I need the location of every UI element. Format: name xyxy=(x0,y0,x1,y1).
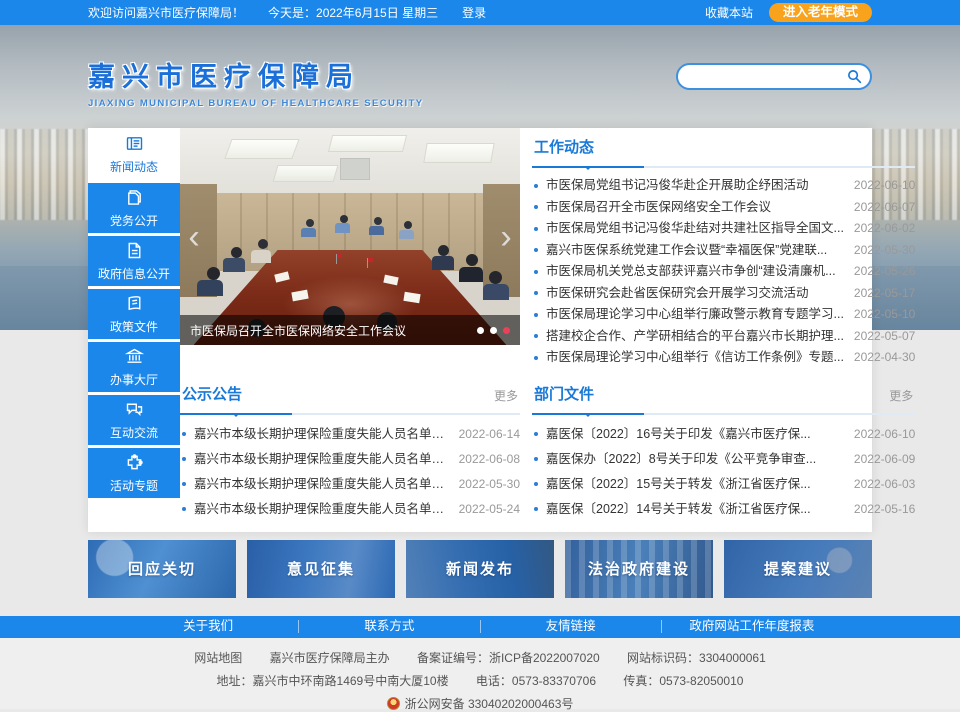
section-announcements: 公示公告 更多 嘉兴市本级长期护理保险重度失能人员名单公示（2...2022-0… xyxy=(180,375,520,522)
announcements-list: 嘉兴市本级长期护理保险重度失能人员名单公示（2...2022-06-14 嘉兴市… xyxy=(180,422,520,522)
news-carousel[interactable]: ‹ › 市医保局召开全市医保网络安全工作会议 xyxy=(180,128,520,345)
news-row: 市医保局党组书记冯俊华赴结对共建社区指导全国文...2022-06-02 xyxy=(532,218,915,240)
sidebar-item-interaction[interactable]: 互动交流 xyxy=(88,395,180,445)
sidebar-item-gov-info[interactable]: 政府信息公开 xyxy=(88,236,180,286)
news-row: 嘉医保办〔2022〕8号关于印发《公平竞争审查...2022-06-09 xyxy=(532,447,915,472)
carousel-dots xyxy=(477,327,510,334)
news-row: 市医保局机关党总支部获评嘉兴市争创“建设清廉机...2022-05-26 xyxy=(532,261,915,283)
news-row: 嘉兴市本级长期护理保险重度失能人员名单公示（2...2022-05-30 xyxy=(180,472,520,497)
site-title-block: 嘉兴市医疗保障局 JIAXING MUNICIPAL BUREAU OF HEA… xyxy=(88,55,424,109)
search-box[interactable] xyxy=(676,63,872,90)
carousel-caption-bar: 市医保局召开全市医保网络安全工作会议 xyxy=(180,315,520,345)
chat-icon xyxy=(124,399,145,420)
book-icon xyxy=(124,293,145,314)
banner-rule-of-law-gov[interactable]: 法治政府建设 xyxy=(565,540,713,598)
news-row: 嘉医保〔2022〕16号关于印发《嘉兴市医疗保...2022-06-10 xyxy=(532,422,915,447)
sidebar-item-service-hall[interactable]: 办事大厅 xyxy=(88,342,180,392)
documents-list: 嘉医保〔2022〕16号关于印发《嘉兴市医疗保...2022-06-10 嘉医保… xyxy=(532,422,915,522)
favorite-link[interactable]: 收藏本站 xyxy=(705,4,753,21)
footer-link-contact[interactable]: 联系方式 xyxy=(299,620,480,633)
tel-text: 电话：0573-83370706 xyxy=(476,674,596,688)
section-title-documents: 部门文件 xyxy=(532,375,915,415)
announcements-more-link[interactable]: 更多 xyxy=(494,387,518,404)
news-row: 嘉兴市本级长期护理保险重度失能人员名单公示（2...2022-06-08 xyxy=(180,447,520,472)
carousel-prev-arrow[interactable]: ‹ xyxy=(182,215,206,259)
footer-nav-bar: 关于我们 联系方式 友情链接 政府网站工作年度报表 xyxy=(0,616,960,638)
section-documents: 部门文件 更多 嘉医保〔2022〕16号关于印发《嘉兴市医疗保...2022-0… xyxy=(532,375,915,522)
sidebar-item-party-affairs[interactable]: 党务公开 xyxy=(88,183,180,233)
section-title-announcements: 公示公告 xyxy=(180,375,520,415)
section-work-news: 工作动态 市医保局党组书记冯俊华赴企开展助企纾困活动2022-06-10 市医保… xyxy=(532,128,915,369)
footer-info: 网站地图 嘉兴市医疗保障局主办 备案证编号：浙ICP备2022007020 网站… xyxy=(0,638,960,709)
login-link[interactable]: 登录 xyxy=(462,4,486,21)
top-utility-bar: 欢迎访问嘉兴市医疗保障局！ 今天是：2022年6月15日 星期三 登录 收藏本站… xyxy=(0,0,960,25)
news-row: 市医保局理论学习中心组举行《信访工作条例》专题...2022-04-30 xyxy=(532,347,915,369)
news-row: 嘉兴市本级长期护理保险重度失能人员名单公示（2...2022-06-14 xyxy=(180,422,520,447)
public-security-badge-icon xyxy=(387,697,400,710)
quick-link-banners: 回应关切 意见征集 新闻发布 法治政府建设 提案建议 xyxy=(88,540,872,616)
sidebar-item-special-topics[interactable]: 活动专题 xyxy=(88,448,180,498)
carousel-dot-active[interactable] xyxy=(503,327,510,334)
news-row: 嘉兴市本级长期护理保险重度失能人员名单公示（2...2022-05-24 xyxy=(180,497,520,522)
news-row: 市医保研究会赴省医保研究会开展学习交流活动2022-05-17 xyxy=(532,283,915,305)
news-row: 嘉兴市医保系统党建工作会议暨“幸福医保”党建联...2022-05-30 xyxy=(532,240,915,262)
welcome-text: 欢迎访问嘉兴市医疗保障局！ xyxy=(88,4,244,21)
footer-link-about[interactable]: 关于我们 xyxy=(118,620,299,633)
news-row: 嘉医保〔2022〕14号关于转发《浙江省医疗保...2022-05-16 xyxy=(532,497,915,522)
news-row: 嘉医保〔2022〕15号关于转发《浙江省医疗保...2022-06-03 xyxy=(532,472,915,497)
host-text: 嘉兴市医疗保障局主办 xyxy=(270,651,390,665)
banner-respond-concerns[interactable]: 回应关切 xyxy=(88,540,236,598)
icp-number: 备案证编号：浙ICP备2022007020 xyxy=(417,651,600,665)
bank-icon xyxy=(124,346,145,367)
documents-more-link[interactable]: 更多 xyxy=(889,387,913,404)
news-row: 市医保局召开全市医保网络安全工作会议2022-06-07 xyxy=(532,197,915,219)
carousel-dot[interactable] xyxy=(490,327,497,334)
fax-text: 传真：0573-82050010 xyxy=(623,674,743,688)
carousel-caption[interactable]: 市医保局召开全市医保网络安全工作会议 xyxy=(190,322,469,339)
section-title-work-news: 工作动态 xyxy=(532,128,915,168)
banner-news-release[interactable]: 新闻发布 xyxy=(406,540,554,598)
footer-link-annual-report[interactable]: 政府网站工作年度报表 xyxy=(662,620,842,633)
banner-opinion-collection[interactable]: 意见征集 xyxy=(247,540,395,598)
address-text: 地址：嘉兴市中环南路1469号中南大厦10楼 xyxy=(217,674,449,688)
work-news-list: 市医保局党组书记冯俊华赴企开展助企纾困活动2022-06-10 市医保局召开全市… xyxy=(532,175,915,369)
banner-proposal-suggestions[interactable]: 提案建议 xyxy=(724,540,872,598)
news-row: 市医保局理论学习中心组举行廉政警示教育专题学习...2022-05-10 xyxy=(532,304,915,326)
carousel-dot[interactable] xyxy=(477,327,484,334)
sitemap-link[interactable]: 网站地图 xyxy=(194,651,242,665)
main-content-card: 新闻动态 党务公开 政府信息公开 xyxy=(88,128,872,532)
site-title: 嘉兴市医疗保障局 xyxy=(88,55,424,94)
carousel-next-arrow[interactable]: › xyxy=(494,215,518,259)
site-subtitle: JIAXING MUNICIPAL BUREAU OF HEALTHCARE S… xyxy=(88,98,424,109)
news-row: 市医保局党组书记冯俊华赴企开展助企纾困活动2022-06-10 xyxy=(532,175,915,197)
site-code: 网站标识码：3304000061 xyxy=(627,651,766,665)
puzzle-icon xyxy=(124,452,145,473)
pages-icon xyxy=(124,187,145,208)
newspaper-icon xyxy=(124,133,145,154)
sidebar-item-policy-files[interactable]: 政策文件 xyxy=(88,289,180,339)
search-input[interactable] xyxy=(690,70,847,84)
search-icon[interactable] xyxy=(847,69,862,84)
sidebar-nav: 新闻动态 党务公开 政府信息公开 xyxy=(88,128,180,532)
elder-mode-button[interactable]: 进入老年模式 xyxy=(769,3,872,22)
footer-link-friendly-links[interactable]: 友情链接 xyxy=(481,620,662,633)
document-icon xyxy=(124,240,145,261)
security-record: 浙公网安备 33040202000463号 xyxy=(405,697,574,711)
news-row: 搭建校企合作、产学研相结合的平台嘉兴市长期护理...2022-05-07 xyxy=(532,326,915,348)
sidebar-item-news[interactable]: 新闻动态 xyxy=(88,128,180,180)
today-date: 今天是：2022年6月15日 星期三 xyxy=(268,4,438,21)
